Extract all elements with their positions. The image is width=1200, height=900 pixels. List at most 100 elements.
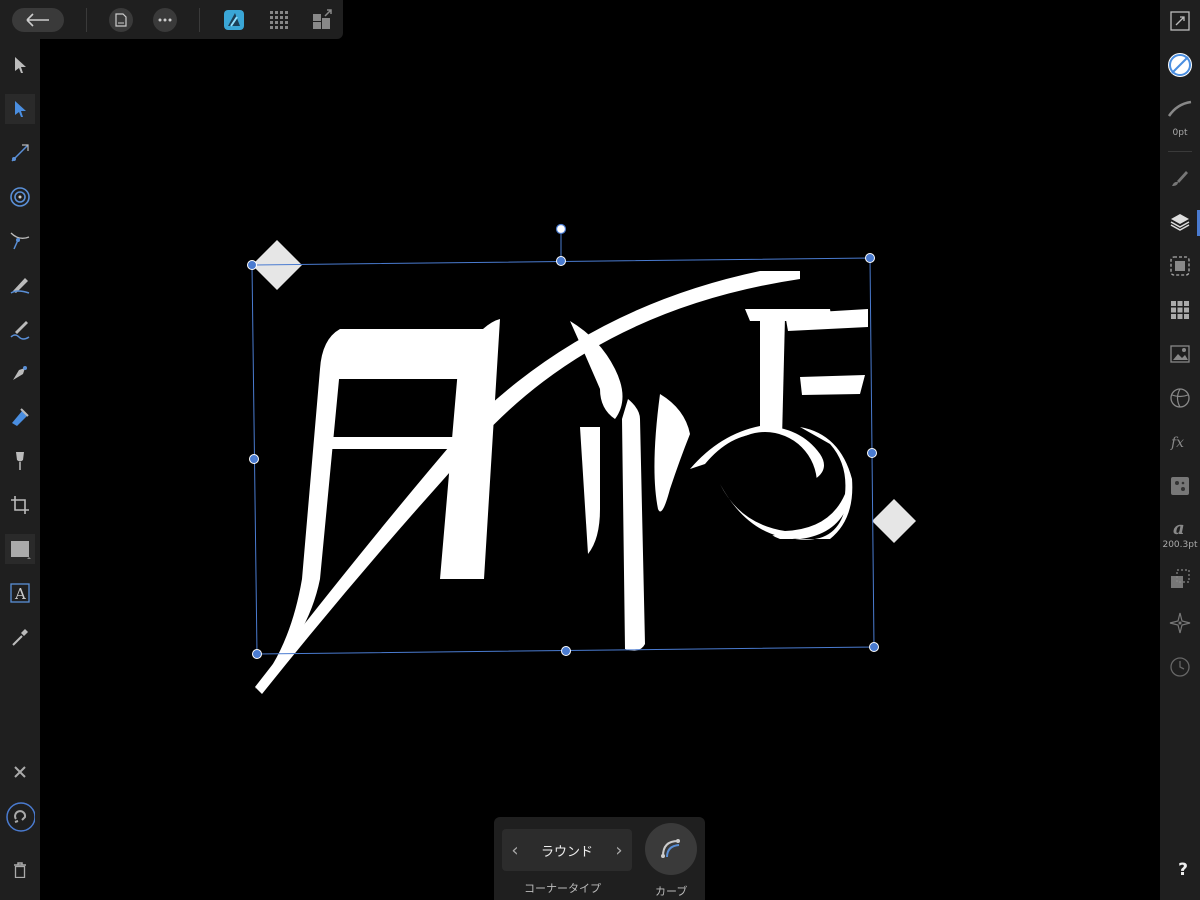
stroke-icon	[1167, 100, 1192, 117]
resize-handle-top[interactable]	[556, 256, 566, 266]
rectangle-icon	[11, 541, 31, 559]
adjustments-icon	[1170, 388, 1190, 408]
glyph-cutout	[713, 432, 817, 536]
color-icon	[1168, 53, 1192, 77]
affinity-persona-icon	[224, 10, 244, 30]
export-persona-icon	[313, 9, 332, 29]
pixel-persona-button[interactable]	[267, 8, 291, 32]
navigator-button[interactable]	[1165, 608, 1195, 638]
image-icon	[1170, 345, 1190, 363]
font-size-label: 200.3pt	[1162, 540, 1198, 550]
transform-icon	[1170, 11, 1190, 31]
rotation-handle[interactable]	[555, 223, 567, 235]
resize-handle-top-left[interactable]	[247, 260, 257, 270]
stroke-width-label: 0pt	[1172, 128, 1188, 138]
help-button[interactable]: ?	[1178, 860, 1188, 880]
curve-label: カーブ	[655, 885, 688, 898]
canvas[interactable]	[40, 39, 1160, 900]
designer-persona-button[interactable]	[222, 8, 246, 32]
resize-handle-bottom-left[interactable]	[252, 649, 262, 659]
text-style-icon: a	[1173, 518, 1185, 538]
delete-button[interactable]	[5, 855, 35, 885]
back-arrow-icon	[26, 13, 49, 27]
resize-handle-bottom-right[interactable]	[869, 642, 879, 652]
stroke-button[interactable]	[1165, 94, 1195, 124]
corner-type-selector[interactable]: ‹ ラウンド ›	[502, 829, 632, 871]
close-button[interactable]	[5, 757, 35, 787]
fill-tool[interactable]	[5, 402, 35, 432]
corner-tool[interactable]	[5, 138, 35, 168]
resize-handle-bottom[interactable]	[561, 646, 571, 656]
studio-panel: 0pt fx a 200.3pt ?	[1160, 0, 1200, 900]
resize-handle-right[interactable]	[867, 448, 877, 458]
appearance-button[interactable]	[1165, 251, 1195, 281]
document-icon	[115, 13, 127, 27]
back-button[interactable]	[12, 8, 64, 32]
effects-button[interactable]: fx	[1165, 427, 1195, 457]
transparency-icon	[16, 452, 24, 470]
color-picker-icon	[12, 629, 28, 646]
effects-icon: fx	[1170, 435, 1184, 451]
svg-text:A: A	[14, 585, 26, 603]
brush-button[interactable]	[1165, 163, 1195, 193]
navigator-icon	[1169, 612, 1191, 634]
curve-button[interactable]	[645, 823, 697, 875]
corner-tool-icon	[11, 144, 29, 162]
crop-icon	[11, 496, 29, 514]
resize-handle-left[interactable]	[249, 454, 259, 464]
color-button[interactable]	[1165, 50, 1195, 80]
text-style-button[interactable]: a	[1165, 512, 1195, 542]
radial-tool[interactable]	[5, 182, 35, 212]
pen-tool[interactable]	[5, 358, 35, 388]
transform-button[interactable]	[1165, 6, 1195, 36]
move-tool[interactable]	[5, 50, 35, 80]
appearance-icon	[1170, 256, 1190, 276]
tools-panel: A	[0, 39, 40, 900]
more-button[interactable]	[153, 8, 177, 32]
pencil-tool[interactable]	[5, 270, 35, 300]
svg-text:fx: fx	[1170, 435, 1184, 451]
corner-type-label: コーナータイプ	[524, 882, 601, 895]
vector-brush-tool[interactable]	[5, 314, 35, 344]
brush-icon	[1172, 171, 1188, 186]
snapping-button[interactable]	[5, 802, 35, 832]
panel-divider	[1168, 151, 1192, 152]
swatches-button[interactable]	[1165, 295, 1195, 325]
transform-panel-button[interactable]	[1165, 564, 1195, 594]
color-picker-tool[interactable]	[5, 622, 35, 652]
crop-tool[interactable]	[5, 490, 35, 520]
chevron-left-icon[interactable]: ‹	[508, 840, 522, 861]
document-button[interactable]	[109, 8, 133, 32]
adjustments-button[interactable]	[1165, 383, 1195, 413]
fill-tool-icon	[12, 408, 29, 426]
styles-button[interactable]	[1165, 471, 1195, 501]
top-toolbar	[0, 0, 343, 39]
grid-icon	[270, 11, 288, 29]
corner-type-value: ラウンド	[540, 844, 593, 860]
curve-icon	[661, 839, 680, 858]
resize-handle-top-right[interactable]	[865, 253, 875, 263]
layers-button[interactable]	[1165, 207, 1195, 237]
history-button[interactable]	[1165, 652, 1195, 682]
snapping-icon	[6, 802, 35, 832]
swatches-icon	[1171, 301, 1189, 319]
chevron-right-icon[interactable]: ›	[612, 840, 626, 861]
rectangle-tool[interactable]	[5, 534, 35, 564]
point-transform-icon	[10, 232, 30, 250]
image-button[interactable]	[1165, 339, 1195, 369]
styles-icon	[1171, 477, 1189, 495]
transparency-tool[interactable]	[5, 446, 35, 476]
toolbar-divider	[199, 8, 200, 32]
context-toolbar: ‹ ラウンド › コーナータイプ カーブ	[494, 817, 705, 900]
toolbar-divider	[86, 8, 87, 32]
radial-tool-icon	[10, 187, 30, 207]
history-icon	[1170, 657, 1190, 677]
node-tool[interactable]	[5, 94, 35, 124]
point-transform-tool[interactable]	[5, 226, 35, 256]
trash-icon	[14, 862, 26, 878]
artistic-text-tool[interactable]: A	[5, 578, 35, 608]
move-tool-icon	[15, 57, 26, 73]
layers-icon	[1170, 214, 1190, 231]
export-persona-button[interactable]	[310, 8, 334, 32]
vector-brush-icon	[10, 321, 30, 340]
